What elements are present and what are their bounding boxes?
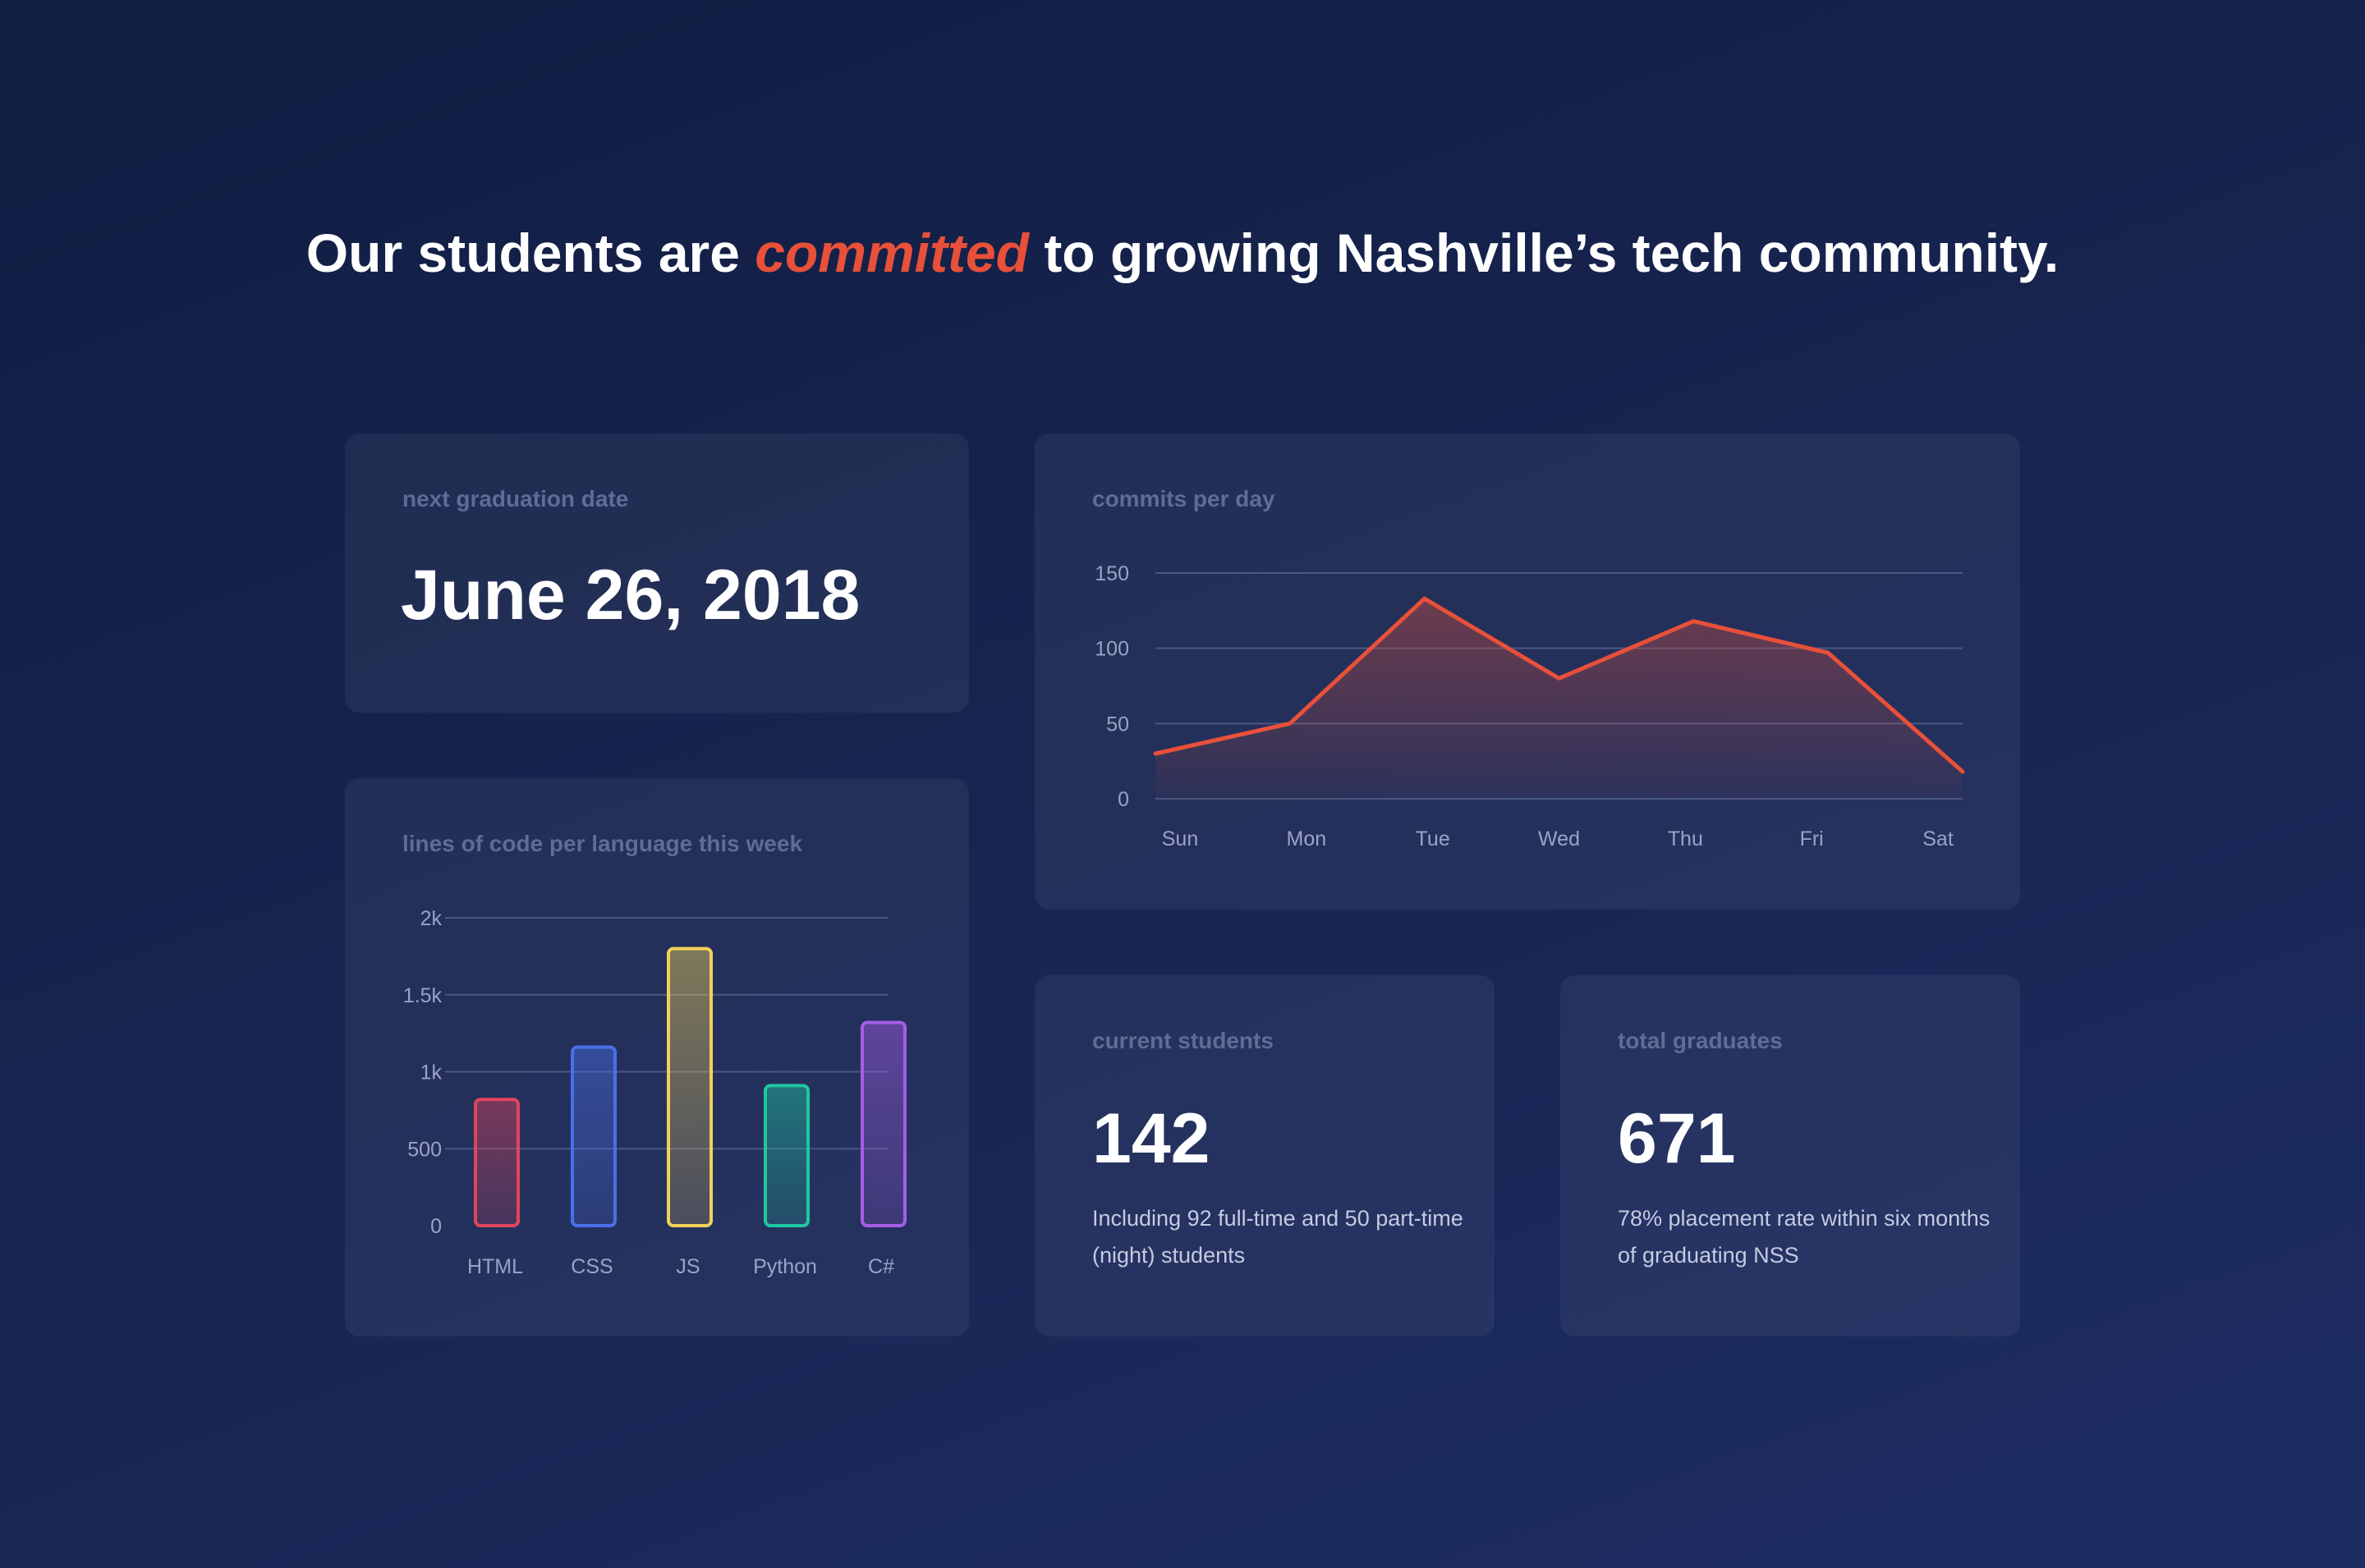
commits-x-tick-label: Fri [1800, 828, 1824, 850]
loc-x-tick-label: CSS [571, 1255, 613, 1278]
loc-x-tick-label: Python [753, 1255, 817, 1278]
loc-y-tick-label: 500 [407, 1138, 442, 1161]
total-graduates-value: 671 [1618, 1099, 1736, 1178]
loc-y-tick-label: 0 [430, 1215, 442, 1238]
total-graduates-card: total graduates 671 78% placement rate w… [1560, 975, 2020, 1336]
current-students-label: current students [1092, 1028, 1274, 1053]
loc-x-tick-label: C# [868, 1255, 894, 1278]
loc-bar-python [764, 1084, 810, 1227]
commits-x-tick-label: Mon [1287, 828, 1327, 850]
graduation-date-value: June 26, 2018 [401, 556, 861, 635]
commits-x-tick-label: Tue [1416, 828, 1450, 850]
total-graduates-label: total graduates [1618, 1028, 1783, 1053]
commits-per-day-card: commits per day 0 50 100 150 Sun Mon Tue Wed Thu… [1035, 433, 2020, 910]
lines-of-code-card: lines of code per language this week 0 50… [345, 778, 969, 1336]
graduation-date-label: next graduation date [402, 486, 629, 511]
loc-bar-css [571, 1045, 617, 1227]
commits-line-chart: 0 50 100 150 Sun Mon Tue Wed Thu Fri Sat [1095, 562, 1965, 850]
current-students-note: Including 92 full-time and 50 part-time … [1092, 1206, 1463, 1268]
headline-text-end: to growing Nashville’s tech community. [1028, 222, 2060, 283]
loc-bar-js [667, 947, 713, 1227]
commits-y-tick-label: 150 [1095, 562, 1129, 585]
current-students-card: current students 142 Including 92 full-t… [1035, 975, 1495, 1336]
loc-x-tick-label: HTML [467, 1255, 523, 1278]
commits-x-tick-label: Thu [1668, 828, 1703, 850]
loc-bar-html [474, 1098, 520, 1227]
commits-area-fill [1155, 598, 1963, 799]
loc-y-tick-label: 2k [420, 907, 443, 930]
loc-y-tick-label: 1.5k [403, 984, 443, 1007]
headline-text-start: Our students are [305, 222, 755, 283]
loc-y-tick-label: 1k [420, 1061, 443, 1084]
loc-x-tick-label: JS [676, 1255, 700, 1278]
commits-y-tick-label: 50 [1106, 713, 1129, 736]
lines-of-code-bar-chart: 0 500 1k 1.5k 2k HTML CSS JS Python C# [403, 907, 907, 1278]
commits-x-tick-label: Sat [1922, 828, 1954, 850]
page-headline: Our students are committed to growing Na… [0, 222, 2365, 284]
commits-y-tick-label: 0 [1118, 788, 1129, 811]
commits-x-tick-label: Sun [1162, 828, 1198, 850]
current-students-value: 142 [1092, 1099, 1210, 1178]
commits-x-tick-label: Wed [1538, 828, 1580, 850]
total-graduates-note: 78% placement rate within six months of … [1618, 1206, 1991, 1268]
graduation-date-card: next graduation date June 26, 2018 [345, 433, 969, 713]
headline-accent-word: committed [755, 222, 1029, 283]
commits-y-tick-label: 100 [1095, 638, 1129, 661]
loc-bar-csharp [861, 1020, 907, 1227]
